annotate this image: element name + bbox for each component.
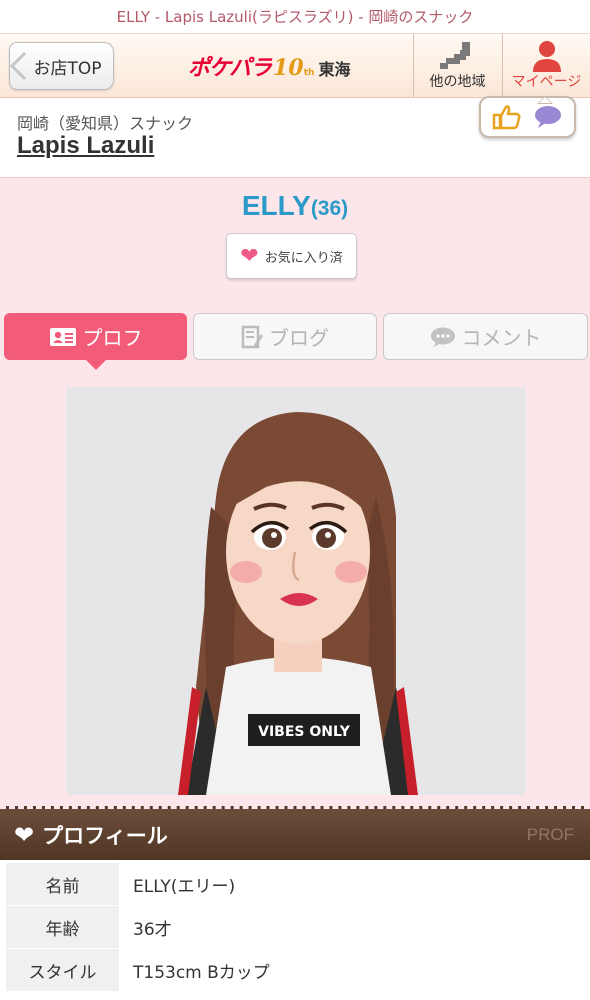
favorite-button[interactable]: ❤ お気に入り済 [226,233,357,279]
girl-photo[interactable]: VIBES ONLY [66,387,526,795]
girl-profile-area: ELLY(36) ❤ お気に入り済 プロフ ブログ コメント VIBES ONL… [0,178,590,808]
tab-comment-label: コメント [461,326,542,350]
site-logo[interactable]: ポケパラ 10 th 東海 [188,50,350,82]
other-region-button[interactable]: 他の地域 [413,34,501,98]
logo-region: 東海 [318,60,351,79]
girl-name-heading: ELLY(36) [0,190,590,222]
section-en-label: PROF [526,824,574,844]
tab-blog[interactable]: ブログ [193,313,377,360]
table-row: 年齢 36才 [0,906,590,948]
favorite-label: お気に入り済 [264,250,343,266]
logo-text: ポケパラ [188,55,272,81]
row-value: 36才 [133,919,172,940]
other-region-label: 他の地域 [429,74,486,90]
profile-section-header: ❤ プロフィール PROF [0,806,590,860]
comment-bubble-icon [430,327,455,347]
row-value: ELLY(エリー) [133,876,236,897]
japan-map-icon [439,42,470,69]
thumbs-up-icon[interactable] [492,104,522,130]
heart-icon: ❤ [14,820,35,849]
shop-top-button[interactable]: お店TOP [9,42,114,90]
chat-bubble-icon[interactable] [533,105,563,129]
browser-title: ELLY - Lapis Lazuli(ラピスラズリ) - 岡崎のスナック [0,0,590,34]
user-icon [532,41,561,72]
blog-edit-icon [241,325,263,348]
tab-profile-label: プロフ [82,326,143,350]
avatar-illustration: VIBES ONLY [66,387,526,795]
section-title: プロフィール [42,823,168,848]
row-label: 名前 [6,863,119,905]
row-label: スタイル [6,949,119,991]
heart-icon: ❤ [240,243,259,269]
girl-name: ELLY [241,190,311,221]
shop-bar: 岡崎（愛知県）スナック Lapis Lazuli [0,96,590,178]
row-value: T153cm Bカップ [133,962,270,983]
tab-blog-label: ブログ [269,326,329,350]
profile-table: 名前 ELLY(エリー) 年齢 36才 スタイル T153cm Bカップ [0,863,590,992]
logo-anniversary-suffix: th [303,68,315,78]
logo-anniversary: 10 [273,55,304,81]
table-row: スタイル T153cm Bカップ [0,949,590,991]
shop-top-label: お店TOP [33,58,102,79]
tab-profile[interactable]: プロフ [4,313,187,370]
shop-name-link[interactable]: Lapis Lazuli [17,132,154,160]
girl-age: (36) [310,197,349,220]
shop-category: 岡崎（愛知県）スナック [17,114,194,133]
tab-comment[interactable]: コメント [383,313,588,360]
profile-tabs: プロフ ブログ コメント [4,313,588,370]
site-header: お店TOP ポケパラ 10 th 東海 他の地域 マイページ [0,34,590,98]
reaction-popover [479,96,576,138]
profile-card-icon [49,327,76,346]
table-row: 名前 ELLY(エリー) [0,863,590,905]
row-label: 年齢 [6,906,119,948]
shirt-print: VIBES ONLY [258,724,351,740]
